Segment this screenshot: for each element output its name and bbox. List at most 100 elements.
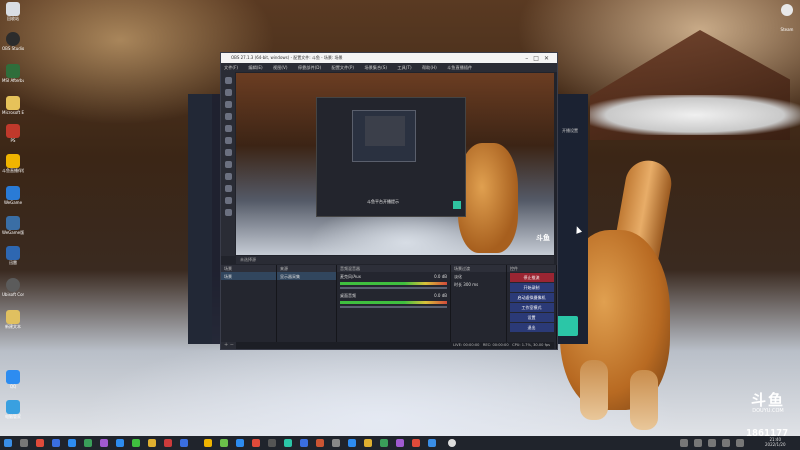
obs-preview[interactable]: 斗鱼平台开播提示 斗鱼 bbox=[236, 73, 554, 255]
transition-duration[interactable]: 时长 300 ms bbox=[451, 280, 506, 288]
taskbar-app-icon[interactable] bbox=[68, 439, 76, 447]
toolbar-icon[interactable] bbox=[224, 77, 232, 84]
taskbar-app-icon[interactable] bbox=[204, 439, 212, 447]
start-recording-button[interactable]: 开始录制 bbox=[509, 283, 554, 292]
desktop-icon-ps[interactable]: PS bbox=[2, 124, 24, 143]
preview-green-button bbox=[453, 201, 461, 209]
transition-select[interactable]: 淡化 bbox=[451, 272, 506, 280]
taskbar-app-icon[interactable] bbox=[316, 439, 324, 447]
desktop-icon-ubisoft[interactable]: Ubisoft Connect bbox=[2, 278, 24, 297]
douyu-watermark: 斗鱼 DOUYU.COM bbox=[742, 392, 794, 414]
taskbar-clock[interactable]: 21:40 2022/1/20 bbox=[765, 437, 786, 447]
desktop-icon-textfile[interactable]: 新建文本 bbox=[2, 310, 24, 329]
taskbar-app-icon[interactable] bbox=[20, 439, 28, 447]
toolbar-icon[interactable] bbox=[224, 113, 232, 120]
mixer-meter bbox=[340, 301, 447, 304]
desktop-icon-qq[interactable]: QQ bbox=[2, 370, 24, 389]
taskbar-app-icon[interactable] bbox=[220, 439, 228, 447]
pc-manager-icon bbox=[6, 400, 20, 414]
menu-view[interactable]: 视图(V) bbox=[273, 65, 288, 70]
toolbar-icon[interactable] bbox=[224, 101, 232, 108]
toolbar-icon[interactable] bbox=[224, 137, 232, 144]
menu-tools[interactable]: 工具(T) bbox=[397, 65, 411, 70]
back-window-label: 开播设置 bbox=[562, 128, 578, 133]
mixer-volume-slider[interactable] bbox=[340, 287, 447, 289]
desktop-icon-wegame[interactable]: WeGame bbox=[2, 186, 24, 205]
desktop-icon-steam[interactable]: Steam bbox=[776, 4, 798, 35]
desktop-icon-xunlei[interactable]: 迅雷 bbox=[2, 246, 24, 265]
taskbar-app-icon[interactable] bbox=[84, 439, 92, 447]
taskbar-app-icon[interactable] bbox=[148, 439, 156, 447]
wegame-icon bbox=[6, 186, 20, 200]
toolbar-icon[interactable] bbox=[224, 89, 232, 96]
back-window-rail bbox=[188, 94, 212, 344]
taskbar-app-icon[interactable] bbox=[332, 439, 340, 447]
stop-streaming-button[interactable]: 停止推流 bbox=[509, 273, 554, 282]
taskbar-app-icon[interactable] bbox=[180, 439, 188, 447]
taskbar-app-icon[interactable] bbox=[36, 439, 44, 447]
toolbar-icon[interactable] bbox=[224, 161, 232, 168]
tray-icon[interactable] bbox=[708, 439, 716, 447]
scene-item[interactable]: 场景 bbox=[221, 272, 276, 280]
taskbar-app-icon[interactable] bbox=[428, 439, 436, 447]
window-controls[interactable]: –□✕ bbox=[525, 54, 554, 63]
preview-nested-window: 斗鱼平台开播提示 bbox=[316, 97, 466, 217]
douyu-icon bbox=[6, 154, 20, 168]
toolbar-icon[interactable] bbox=[224, 185, 232, 192]
toolbar-icon[interactable] bbox=[224, 173, 232, 180]
menu-scene-collection[interactable]: 场景集合(S) bbox=[364, 65, 387, 70]
desktop-icon-douyu[interactable]: 斗鱼直播伴侣 bbox=[2, 154, 24, 173]
taskbar-app-icon[interactable] bbox=[348, 439, 356, 447]
desktop-icon-edge[interactable]: Microsoft Edge bbox=[2, 96, 24, 115]
taskbar-app-icon[interactable] bbox=[396, 439, 404, 447]
desktop-icon-obs[interactable]: OBS Studio bbox=[2, 32, 24, 51]
toolbar-icon[interactable] bbox=[224, 197, 232, 204]
taskbar-app-icon[interactable] bbox=[364, 439, 372, 447]
back-window-start-button[interactable] bbox=[556, 316, 578, 336]
tray-icon[interactable] bbox=[680, 439, 688, 447]
menu-help[interactable]: 帮助(H) bbox=[422, 65, 437, 70]
taskbar-app-icon[interactable] bbox=[164, 439, 172, 447]
afterburner-icon bbox=[6, 64, 20, 78]
taskbar-app-icon[interactable] bbox=[236, 439, 244, 447]
taskbar-app-icon[interactable] bbox=[100, 439, 108, 447]
taskbar-app-icon[interactable] bbox=[268, 439, 276, 447]
taskbar-app-icon[interactable] bbox=[284, 439, 292, 447]
sources-dock-title: 来源 bbox=[277, 265, 336, 272]
toolbar-icon[interactable] bbox=[224, 125, 232, 132]
taskbar-app-icon[interactable] bbox=[300, 439, 308, 447]
menu-edit[interactable]: 编辑(E) bbox=[248, 65, 262, 70]
menu-docks[interactable]: 停靠部件(D) bbox=[298, 65, 321, 70]
studio-mode-button[interactable]: 工作室模式 bbox=[509, 303, 554, 312]
wegame-icon bbox=[6, 216, 20, 230]
source-item[interactable]: 显示器采集 bbox=[277, 272, 336, 280]
exit-button[interactable]: 退出 bbox=[509, 323, 554, 332]
virtual-camera-button[interactable]: 启动虚拟摄像机 bbox=[509, 293, 554, 302]
desktop-icon-afterburner[interactable]: MSI Afterburner bbox=[2, 64, 24, 83]
taskbar-app-icon[interactable] bbox=[52, 439, 60, 447]
taskbar-app-icon[interactable] bbox=[380, 439, 388, 447]
taskbar-app-icon[interactable] bbox=[252, 439, 260, 447]
tray-icon[interactable] bbox=[736, 439, 744, 447]
scenes-dock-title: 场景 bbox=[221, 265, 276, 272]
ps-icon bbox=[6, 124, 20, 138]
preview-douyu-logo: 斗鱼 bbox=[536, 234, 550, 242]
menu-file[interactable]: 文件(F) bbox=[224, 65, 238, 70]
tray-icon[interactable] bbox=[694, 439, 702, 447]
taskbar-app-icon[interactable] bbox=[116, 439, 124, 447]
menu-douyu-plugin[interactable]: 斗鱼直播插件 bbox=[447, 65, 472, 70]
toolbar-icon[interactable] bbox=[224, 209, 232, 216]
desktop-icon-wegame-2[interactable]: WeGame版 bbox=[2, 216, 24, 235]
menu-profile[interactable]: 配置文件(P) bbox=[332, 65, 355, 70]
taskbar-app-icon[interactable] bbox=[412, 439, 420, 447]
settings-button[interactable]: 设置 bbox=[509, 313, 554, 322]
tray-icon[interactable] bbox=[722, 439, 730, 447]
toolbar-icon[interactable] bbox=[224, 149, 232, 156]
desktop-icon-recycle-bin[interactable]: 回收站 bbox=[2, 2, 24, 21]
mixer-volume-slider[interactable] bbox=[340, 306, 447, 308]
wallpaper-cat-leg bbox=[580, 360, 608, 420]
desktop-icon-pc-manager[interactable]: 电脑管家 bbox=[2, 400, 24, 419]
taskbar-app-icon[interactable] bbox=[132, 439, 140, 447]
windows-start-icon[interactable] bbox=[4, 439, 12, 447]
taskbar-app-icon[interactable] bbox=[448, 439, 456, 447]
